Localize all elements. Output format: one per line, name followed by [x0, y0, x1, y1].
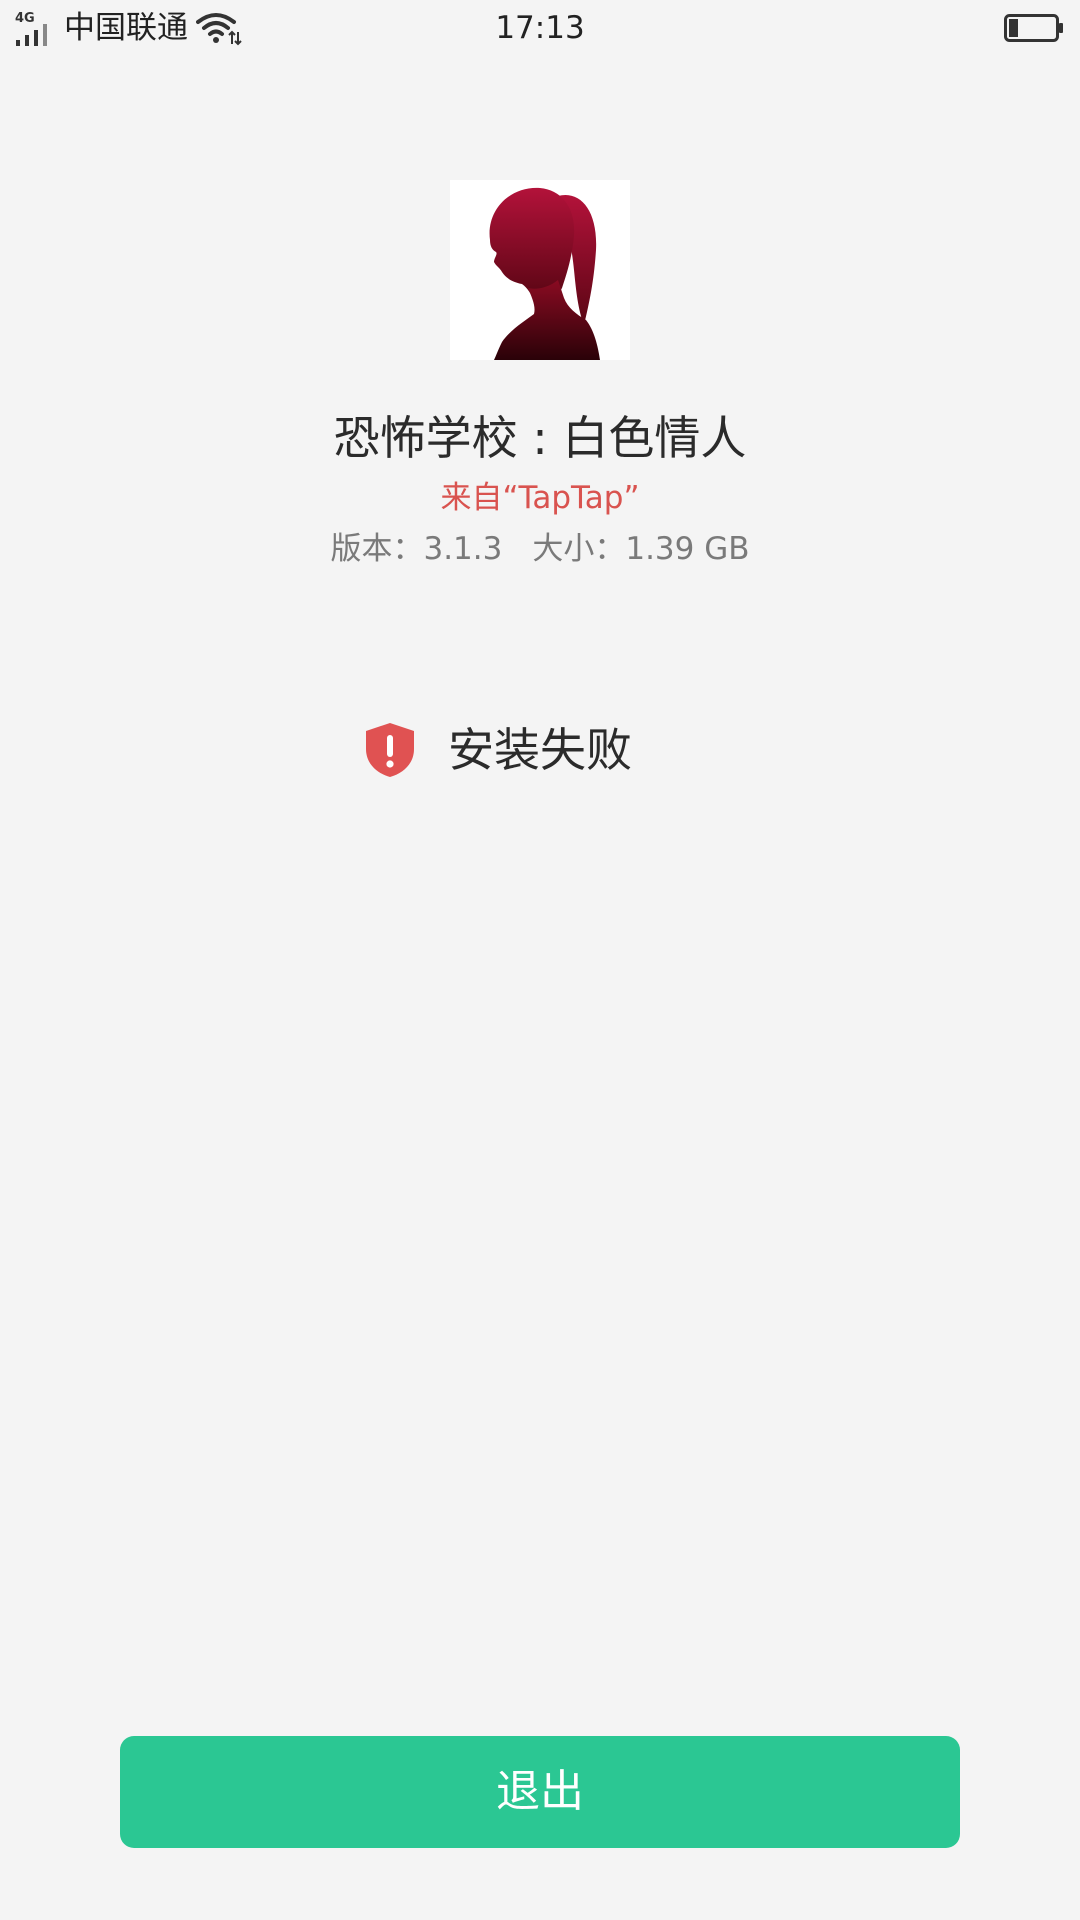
app-size: 大小：1.39 GB — [532, 531, 750, 567]
shield-alert-icon — [366, 723, 414, 777]
app-source: 来自“TapTap” — [440, 480, 640, 516]
app-meta: 版本：3.1.3 大小：1.39 GB — [0, 528, 1080, 570]
install-status: 安装失败 — [364, 718, 632, 782]
silhouette-icon — [489, 187, 600, 360]
exit-button[interactable]: 退出 — [120, 1736, 960, 1848]
battery-icon — [1004, 14, 1063, 42]
app-version: 版本：3.1.3 — [330, 531, 503, 567]
status-bar: 4G 中国联通 17:13 — [0, 0, 1080, 56]
status-time: 17:13 — [495, 10, 585, 46]
app-icon — [450, 180, 630, 360]
status-text: 安装失败 — [448, 723, 632, 777]
app-name: 恐怖学校 : 白色情人 — [333, 411, 747, 465]
